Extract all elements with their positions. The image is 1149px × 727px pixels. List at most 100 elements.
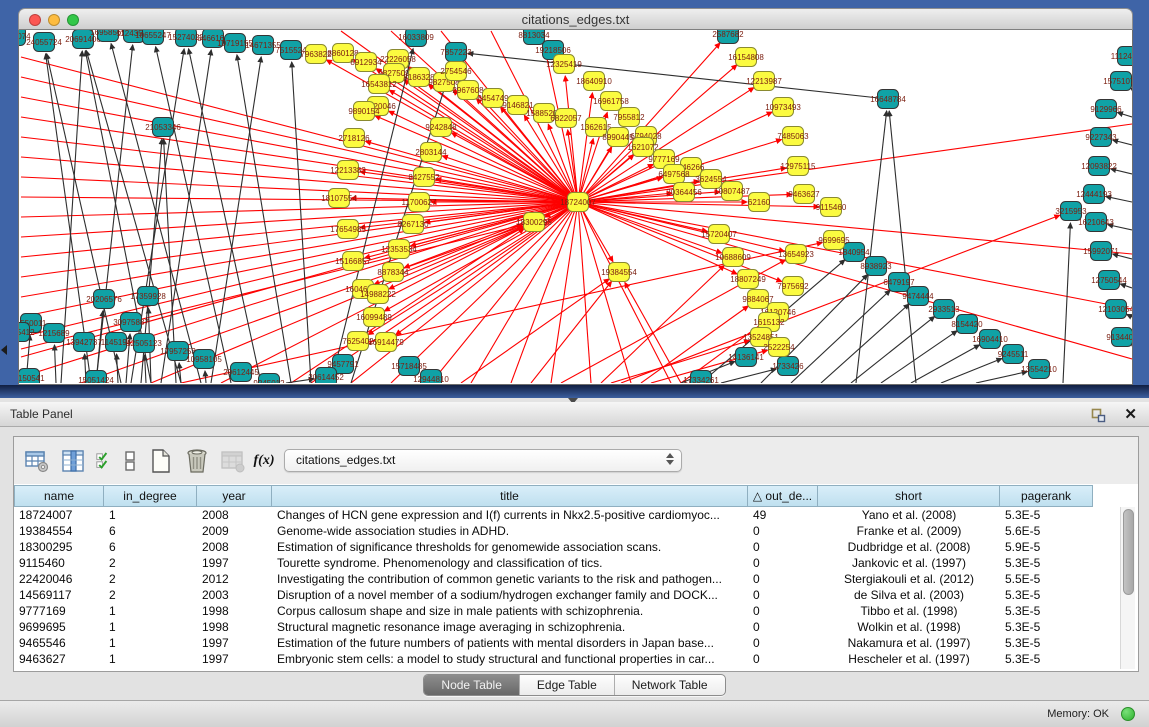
graph-node-label: 16648784 <box>870 95 906 104</box>
graph-node-label: 24055724 <box>26 38 62 47</box>
graph-node-label: 10688609 <box>715 253 751 262</box>
column-header-year[interactable]: year <box>197 485 272 507</box>
column-header-title[interactable]: title <box>272 485 748 507</box>
column-header-short[interactable]: short <box>818 485 1000 507</box>
table-scrollbar[interactable] <box>1120 507 1135 669</box>
table-row[interactable]: 1456911722003Disruption of a novel membe… <box>14 587 1114 603</box>
graph-node[interactable]: 17654985 <box>330 220 366 239</box>
graph-node[interactable]: 8938923 <box>860 257 892 276</box>
row-height-icon[interactable] <box>122 448 138 474</box>
tab-node-table[interactable]: Node Table <box>424 675 520 695</box>
table-cell: 2 <box>104 555 197 571</box>
graph-node[interactable]: 1733426 <box>772 357 804 376</box>
graph-node[interactable]: 2803144 <box>415 143 447 162</box>
delete-column-icon[interactable] <box>220 448 246 474</box>
graph-node[interactable]: 7857223 <box>440 43 472 62</box>
column-header-name[interactable]: name <box>14 485 104 507</box>
graph-node[interactable]: 62160 <box>748 193 771 212</box>
graph-node[interactable]: 2718126 <box>338 129 370 148</box>
window-titlebar[interactable]: citations_edges.txt <box>18 8 1133 30</box>
graph-node[interactable]: 12505123 <box>126 334 162 353</box>
network-view-window: citations_edges.txt 81350742405572420691… <box>18 8 1133 385</box>
graph-node[interactable]: 9115460 <box>816 198 847 217</box>
graph-node[interactable]: 12750544 <box>1091 271 1127 290</box>
close-panel-icon[interactable]: ✕ <box>1124 403 1137 427</box>
graph-node-label: 9129966 <box>1090 105 1122 114</box>
table-selector-dropdown[interactable]: citations_edges.txt <box>284 449 682 472</box>
table-row[interactable]: 946554611997Estimation of the future num… <box>14 635 1114 651</box>
zoom-window-button[interactable] <box>67 14 79 26</box>
table-row[interactable]: 969969511998Structural magnetic resonanc… <box>14 619 1114 635</box>
graph-node[interactable]: 9129966 <box>1090 100 1122 119</box>
graph-node[interactable]: 7485063 <box>777 127 809 146</box>
graph-node[interactable]: 10973493 <box>765 98 801 117</box>
table-row[interactable]: 2242004622012Investigating the contribut… <box>14 571 1114 587</box>
graph-node-label: 2587682 <box>712 30 744 39</box>
graph-node[interactable]: 16154808 <box>728 48 764 67</box>
minimize-window-button[interactable] <box>48 14 60 26</box>
graph-node-label: 6822057 <box>550 114 582 123</box>
graph-node[interactable]: 10688609 <box>715 248 751 267</box>
graph-node[interactable]: 21053346 <box>145 118 181 137</box>
graph-node-label: 9884067 <box>742 295 774 304</box>
graph-node-label: 9245012 <box>253 379 285 383</box>
table-cell: 49 <box>748 507 818 523</box>
table-row[interactable]: 1872400712008Changes of HCN gene express… <box>14 507 1114 523</box>
graph-node[interactable]: 18640910 <box>576 72 612 91</box>
network-canvas[interactable]: 8135074240557242069140616958569112435561… <box>18 30 1133 385</box>
graph-node[interactable]: 8154420 <box>951 315 983 334</box>
show-column-icon[interactable] <box>60 448 86 474</box>
graph-node[interactable]: 15051424 <box>78 371 114 384</box>
table-cell: 1997 <box>197 635 272 651</box>
scrollbar-thumb[interactable] <box>1123 509 1134 595</box>
table-row[interactable]: 1938455462009Genome-wide association stu… <box>14 523 1114 539</box>
column-header-in_degree[interactable]: in_degree <box>104 485 197 507</box>
tab-network-table[interactable]: Network Table <box>615 675 725 695</box>
function-builder-icon[interactable]: f(x) <box>256 448 272 474</box>
float-panel-icon[interactable] <box>1090 406 1107 423</box>
graph-node[interactable]: 2587682 <box>712 30 744 44</box>
graph-node[interactable]: 12444193 <box>1076 185 1112 204</box>
graph-node[interactable]: 9463627 <box>788 185 820 204</box>
memory-status-label: Memory: OK <box>1047 708 1109 720</box>
graph-node[interactable]: 16033809 <box>398 30 434 47</box>
graph-node[interactable]: 18807249 <box>730 270 766 289</box>
graph-node[interactable]: 8878344 <box>377 263 409 282</box>
table-cell: Stergiakouli et al. (2012) <box>818 571 1000 587</box>
graph-node[interactable]: 15751074 <box>1103 72 1132 91</box>
tab-edge-table[interactable]: Edge Table <box>520 675 615 695</box>
table-row[interactable]: 1830029562008Estimation of significance … <box>14 539 1114 555</box>
graph-node[interactable]: 12213987 <box>746 72 782 91</box>
graph-node[interactable]: 14136141 <box>728 348 764 367</box>
graph-node[interactable]: 12093822 <box>1081 157 1117 176</box>
delete-table-icon[interactable] <box>184 448 210 474</box>
column-header-out_de[interactable]: △ out_de... <box>748 485 818 507</box>
table-cell: 5.3E-5 <box>1000 507 1093 523</box>
graph-node-label: 12353534 <box>381 245 417 254</box>
collapse-panel-arrow-icon[interactable] <box>1 345 7 355</box>
graph-node[interactable]: 13554210 <box>1021 360 1057 379</box>
table-row[interactable]: 911546021997Tourette syndrome. Phenomeno… <box>14 555 1114 571</box>
graph-node[interactable]: 11124556 <box>1111 47 1132 66</box>
graph-node[interactable]: 9134407 <box>1106 328 1132 347</box>
table-cell: 5.3E-5 <box>1000 603 1093 619</box>
graph-node-label: 12505123 <box>126 339 162 348</box>
graph-node[interactable]: 20206576 <box>86 290 122 309</box>
graph-node[interactable]: 30975887 <box>113 313 149 332</box>
table-row[interactable]: 946362711997Embryonic stem cells: a mode… <box>14 651 1114 667</box>
table-row[interactable]: 977716911998Corpus callosum shape and si… <box>14 603 1114 619</box>
select-rows-icon[interactable] <box>96 448 112 474</box>
table-cell: Hescheler et al. (1997) <box>818 651 1000 667</box>
graph-node[interactable]: 24055724 <box>26 33 62 52</box>
graph-node[interactable]: 7975692 <box>777 277 809 296</box>
table-options-icon[interactable] <box>24 448 50 474</box>
graph-node[interactable]: 19384554 <box>601 263 637 282</box>
close-window-button[interactable] <box>29 14 41 26</box>
graph-node[interactable]: 12103054 <box>1098 300 1132 319</box>
graph-node[interactable]: 16648784 <box>870 90 906 109</box>
new-table-icon[interactable] <box>148 448 174 474</box>
graph-node[interactable]: 9245511 <box>998 345 1029 364</box>
graph-node-label: 16904410 <box>972 335 1008 344</box>
column-header-pagerank[interactable]: pagerank <box>1000 485 1093 507</box>
graph-node[interactable]: 15992071 <box>1083 242 1119 261</box>
